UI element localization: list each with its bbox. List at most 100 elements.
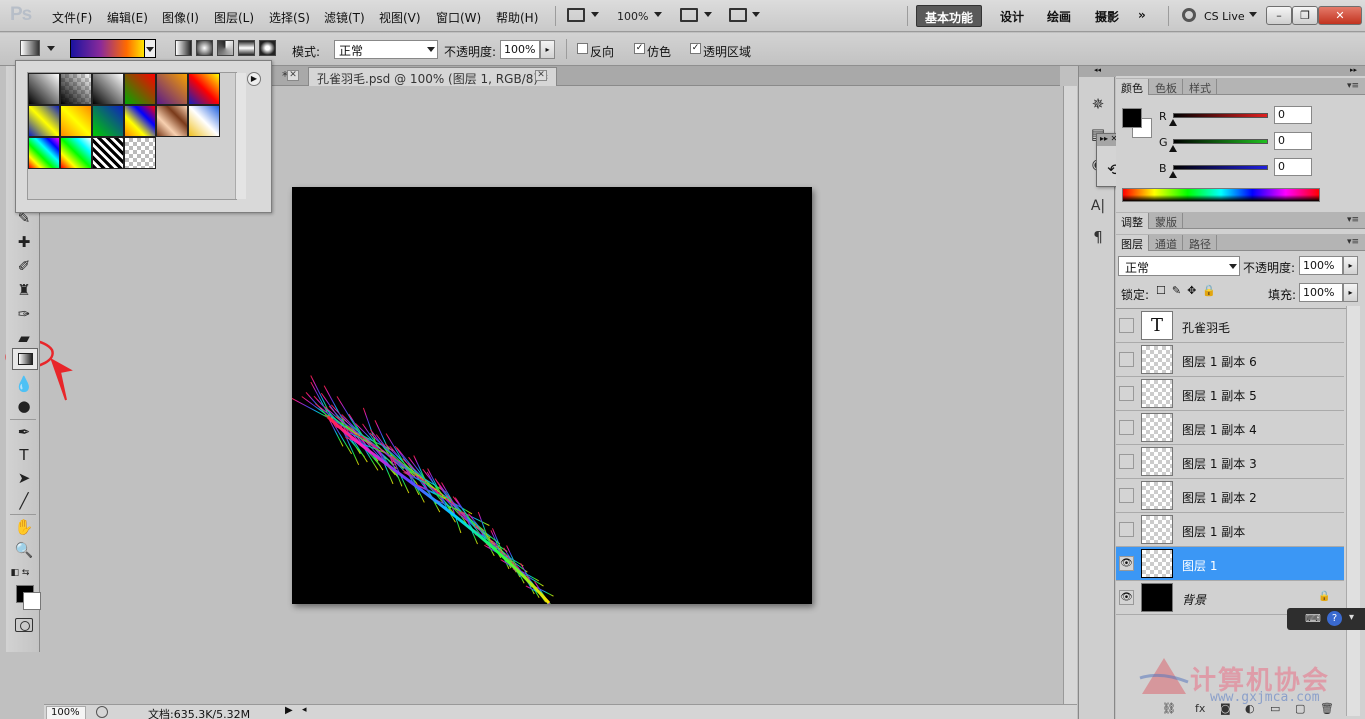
quick-mask-icon[interactable]: [15, 618, 33, 632]
line-tool-icon[interactable]: ╱: [14, 491, 34, 511]
red-slider[interactable]: [1173, 113, 1268, 118]
gradient-preset[interactable]: [124, 137, 156, 169]
menu-edit[interactable]: 编辑(E): [107, 9, 148, 26]
layer-row[interactable]: 图层 1 副本 4: [1116, 411, 1344, 445]
character-icon[interactable]: A|: [1088, 196, 1108, 216]
blue-slider-thumb[interactable]: [1169, 171, 1177, 178]
fill-input[interactable]: 100%: [1299, 283, 1343, 302]
popup-scrollbar[interactable]: [235, 73, 246, 199]
diamond-gradient-icon[interactable]: [259, 40, 276, 56]
gradient-preset[interactable]: [92, 105, 124, 137]
zoom-level[interactable]: 100%: [617, 10, 648, 23]
layer-row[interactable]: 图层 1 副本 2: [1116, 479, 1344, 513]
transparency-checkbox[interactable]: ✓: [690, 43, 701, 54]
tab-swatches[interactable]: 色板: [1150, 79, 1183, 95]
arrange-documents-icon[interactable]: [729, 8, 747, 22]
restore-button[interactable]: ❐: [1292, 6, 1318, 25]
gradient-preset[interactable]: [92, 137, 124, 169]
chevron-down-icon[interactable]: [591, 12, 599, 17]
blur-tool-icon[interactable]: 💧: [14, 374, 34, 394]
status-menu-icon[interactable]: ▶: [285, 705, 293, 716]
gradient-preset[interactable]: [28, 73, 60, 105]
workspace-painting-button[interactable]: 绘画: [1039, 5, 1079, 27]
vertical-scrollbar[interactable]: [1063, 86, 1077, 704]
menu-window[interactable]: 窗口(W): [436, 9, 481, 26]
angle-gradient-icon[interactable]: [217, 40, 234, 56]
visibility-eye-icon[interactable]: [1119, 420, 1134, 435]
tab-color[interactable]: 颜色: [1116, 79, 1149, 95]
chevron-down-icon[interactable]: ▾: [1349, 612, 1354, 623]
visibility-eye-icon[interactable]: [1119, 522, 1134, 537]
chevron-down-icon[interactable]: [47, 46, 55, 51]
collapse-dock-icon[interactable]: ◂◂: [1079, 66, 1116, 77]
visibility-eye-icon[interactable]: 👁: [1119, 590, 1134, 605]
workspace-design-button[interactable]: 设计: [992, 5, 1032, 27]
menu-filter[interactable]: 滤镜(T): [324, 9, 365, 26]
chevron-down-icon[interactable]: [654, 12, 662, 17]
collapse-panels-icon[interactable]: ▸▸: [1116, 66, 1365, 76]
path-selection-tool-icon[interactable]: ➤: [14, 468, 34, 488]
fill-slider-toggle[interactable]: ▸: [1343, 283, 1358, 302]
panel-menu-icon[interactable]: ▾≡: [1347, 237, 1359, 247]
gradient-preset[interactable]: [92, 73, 124, 105]
gradient-preset[interactable]: [188, 73, 220, 105]
layer-opacity-slider-toggle[interactable]: ▸: [1343, 256, 1358, 275]
close-icon[interactable]: ✕: [287, 70, 299, 81]
gradient-preset[interactable]: [156, 105, 188, 137]
layer-style-icon[interactable]: fx: [1195, 702, 1205, 715]
green-slider[interactable]: [1173, 139, 1268, 144]
dodge-tool-icon[interactable]: ●: [14, 396, 34, 416]
view-extras-icon[interactable]: [680, 8, 698, 22]
red-slider-thumb[interactable]: [1169, 119, 1177, 126]
zoom-tool-icon[interactable]: 🔍: [14, 540, 34, 560]
gradient-preset[interactable]: [124, 105, 156, 137]
brush-tool-icon[interactable]: ✐: [14, 256, 34, 276]
link-layers-icon[interactable]: ⛓: [1162, 702, 1176, 715]
layer-opacity-input[interactable]: 100%: [1299, 256, 1343, 275]
layer-row[interactable]: T 孔雀羽毛: [1116, 309, 1344, 343]
layer-row[interactable]: 图层 1 副本: [1116, 513, 1344, 547]
eraser-tool-icon[interactable]: ▰: [14, 328, 34, 348]
gradient-swatch[interactable]: [70, 39, 146, 58]
menu-layer[interactable]: 图层(L): [214, 9, 254, 26]
tab-paths[interactable]: 路径: [1184, 235, 1217, 251]
visibility-eye-icon[interactable]: [1119, 454, 1134, 469]
gradient-preset[interactable]: [28, 137, 60, 169]
menu-file[interactable]: 文件(F): [52, 9, 92, 26]
chevron-down-icon[interactable]: [752, 12, 760, 17]
hand-tool-icon[interactable]: ✋: [14, 517, 34, 537]
gradient-preset[interactable]: [28, 105, 60, 137]
workspace-essentials-button[interactable]: 基本功能: [916, 5, 983, 27]
red-value[interactable]: 0: [1274, 106, 1312, 124]
visibility-eye-icon[interactable]: [1119, 352, 1134, 367]
background-color-swatch[interactable]: [23, 592, 41, 610]
workspace-photography-button[interactable]: 摄影: [1087, 5, 1127, 27]
minimize-button[interactable]: –: [1266, 6, 1292, 25]
status-zoom[interactable]: 100%: [46, 706, 86, 719]
visibility-eye-icon[interactable]: [1119, 318, 1134, 333]
layer-row[interactable]: 图层 1 副本 5: [1116, 377, 1344, 411]
reflected-gradient-icon[interactable]: [238, 40, 255, 56]
lock-icons[interactable]: ☐✎✥🔒: [1156, 284, 1222, 297]
cslive-icon[interactable]: [1182, 8, 1196, 22]
layers-scrollbar[interactable]: [1346, 306, 1360, 716]
help-icon[interactable]: ?: [1327, 611, 1342, 626]
more-workspaces-icon[interactable]: »: [1130, 5, 1154, 27]
tab-masks[interactable]: 蒙版: [1150, 213, 1183, 229]
launch-bridge-icon[interactable]: [567, 8, 585, 22]
visibility-eye-icon[interactable]: [1119, 386, 1134, 401]
gradient-preset[interactable]: [188, 105, 220, 137]
gradient-tool-icon[interactable]: [12, 348, 38, 370]
delete-layer-icon[interactable]: 🗑: [1320, 702, 1334, 715]
gradient-preset[interactable]: [60, 105, 92, 137]
keyboard-icon[interactable]: ⌨: [1305, 612, 1321, 625]
type-tool-icon[interactable]: T: [14, 445, 34, 465]
cslive-label[interactable]: CS Live: [1204, 10, 1245, 23]
green-value[interactable]: 0: [1274, 132, 1312, 150]
gradient-preset[interactable]: [124, 73, 156, 105]
tab-layers[interactable]: 图层: [1116, 235, 1149, 251]
paragraph-icon[interactable]: ¶: [1088, 227, 1108, 247]
menu-select[interactable]: 选择(S): [269, 9, 310, 26]
status-info-icon[interactable]: [96, 706, 108, 718]
radial-gradient-icon[interactable]: [196, 40, 213, 56]
